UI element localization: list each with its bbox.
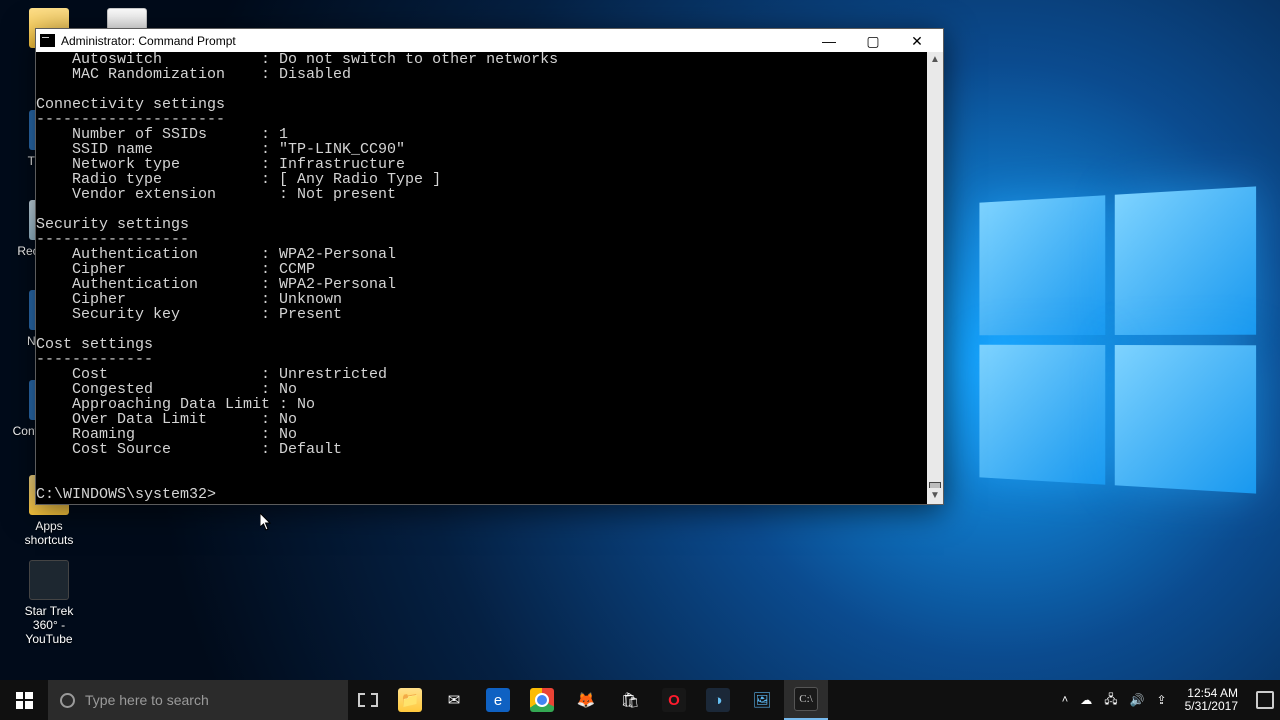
search-box[interactable]: Type here to search <box>48 680 348 720</box>
chrome-icon <box>530 688 554 712</box>
taskbar-app-chrome[interactable] <box>520 680 564 720</box>
cmd-icon <box>40 34 55 47</box>
terminal-output[interactable]: Autoswitch : Do not switch to other netw… <box>36 52 927 504</box>
store-icon: 🛍 <box>618 688 642 712</box>
desktop-icon[interactable]: Star Trek 360° - YouTube <box>12 560 86 646</box>
clock-date: 5/31/2017 <box>1185 700 1238 713</box>
search-placeholder: Type here to search <box>85 692 209 708</box>
scrollbar[interactable]: ▲ ▼ <box>927 52 943 504</box>
start-button[interactable] <box>0 680 48 720</box>
onedrive-icon[interactable]: ☁ <box>1080 693 1092 707</box>
taskbar-app-cmd[interactable]: C:\ <box>784 680 828 720</box>
cmd-icon: C:\ <box>794 687 818 711</box>
taskbar-pinned-apps: 📁 ✉ e 🦊 🛍 O ◑ 🖼 C:\ <box>388 680 828 720</box>
taskbar-app-image-viewer[interactable]: 🖼 <box>740 680 784 720</box>
scroll-up-icon[interactable]: ▲ <box>927 52 943 68</box>
task-view-icon <box>358 693 378 707</box>
taskbar-app-edge[interactable]: e <box>476 680 520 720</box>
icon-label: Star Trek 360° - YouTube <box>12 604 86 646</box>
taskbar: Type here to search 📁 ✉ e 🦊 🛍 O ◑ 🖼 C:\ ˄ ☁ 🖧 🔊 … <box>0 680 1280 720</box>
system-tray[interactable]: ˄ ☁ 🖧 🔊 ⇪ 12:54 AM 5/31/2017 <box>1056 680 1280 720</box>
clock[interactable]: 12:54 AM 5/31/2017 <box>1179 687 1244 713</box>
taskbar-app-mail[interactable]: ✉ <box>432 680 476 720</box>
taskbar-app-store[interactable]: 🛍 <box>608 680 652 720</box>
cortana-icon <box>60 693 75 708</box>
taskbar-app-opera[interactable]: O <box>652 680 696 720</box>
icon-label: Apps shortcuts <box>12 519 86 547</box>
minimize-button[interactable]: — <box>807 29 851 52</box>
mail-icon: ✉ <box>442 688 466 712</box>
image-viewer-icon: 🖼 <box>750 688 774 712</box>
mouse-cursor-icon <box>260 513 272 531</box>
close-button[interactable]: ✕ <box>895 29 939 52</box>
file-icon <box>29 560 69 600</box>
taskbar-app-firefox[interactable]: 🦊 <box>564 680 608 720</box>
steam-icon: ◑ <box>706 688 730 712</box>
network-icon[interactable]: 🖧 <box>1104 690 1117 711</box>
task-view-button[interactable] <box>348 680 388 720</box>
tray-overflow-icon[interactable]: ˄ <box>1062 694 1068 706</box>
command-prompt-window: Administrator: Command Prompt — ▢ ✕ Auto… <box>35 28 944 505</box>
taskbar-app-file-explorer[interactable]: 📁 <box>388 680 432 720</box>
titlebar[interactable]: Administrator: Command Prompt — ▢ ✕ <box>36 29 943 52</box>
file-explorer-icon: 📁 <box>398 688 422 712</box>
volume-icon[interactable]: 🔊 <box>1130 693 1145 707</box>
firefox-icon: 🦊 <box>574 688 598 712</box>
action-center-icon[interactable] <box>1256 691 1274 709</box>
edge-icon: e <box>486 688 510 712</box>
opera-icon: O <box>662 688 686 712</box>
taskbar-app-steam[interactable]: ◑ <box>696 680 740 720</box>
window-title: Administrator: Command Prompt <box>61 34 807 48</box>
usb-icon[interactable]: ⇪ <box>1157 693 1167 707</box>
maximize-button[interactable]: ▢ <box>851 29 895 52</box>
windows-logo-icon <box>16 692 33 709</box>
scroll-down-icon[interactable]: ▼ <box>927 488 943 504</box>
